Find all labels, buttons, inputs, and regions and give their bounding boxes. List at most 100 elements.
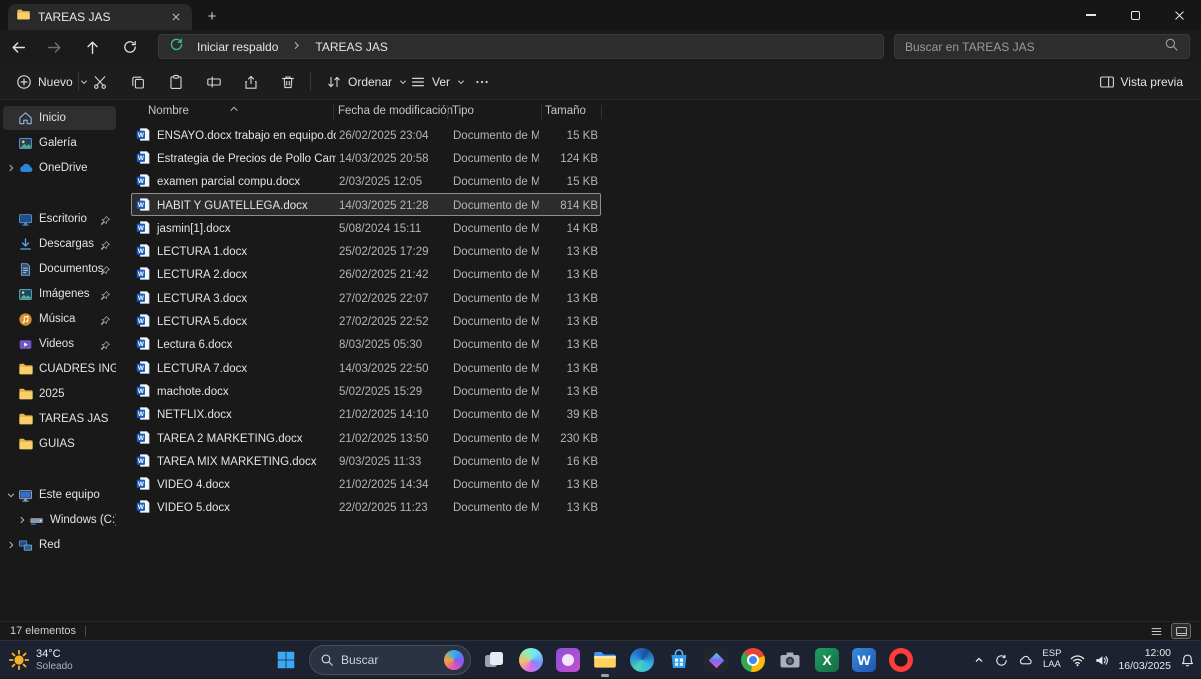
file-row[interactable]: W HABIT Y GUATELLEGA.docx 14/03/2025 21:28… [131, 192, 601, 217]
clock[interactable]: 12:00 16/03/2025 [1118, 647, 1171, 672]
pictures-icon [17, 287, 34, 302]
sidebar-item-guias[interactable]: GUIAS [3, 432, 116, 456]
sidebar-item-videos[interactable]: Videos [3, 332, 116, 356]
excel-taskbar-icon[interactable]: X [813, 646, 841, 674]
media-app-taskbar-icon[interactable] [702, 646, 730, 674]
sidebar-item-label: Este equipo [39, 489, 100, 501]
wifi-icon[interactable] [1070, 653, 1085, 668]
expander-chevron-icon[interactable] [4, 490, 17, 500]
file-row[interactable]: W Lectura 6.docx 8/03/2025 05:30 Documento … [131, 333, 601, 356]
refresh-button[interactable] [116, 33, 144, 61]
sync-tray-icon[interactable] [994, 653, 1009, 668]
sidebar-item-red[interactable]: Red [3, 533, 116, 557]
sidebar-item-tareas-jas[interactable]: TAREAS JAS [3, 407, 116, 431]
file-row[interactable]: W TAREA MIX MARKETING.docx 9/03/2025 11:33… [131, 449, 601, 472]
file-row[interactable]: W LECTURA 2.docx 26/02/2025 21:42 Documento… [131, 263, 601, 286]
word-taskbar-icon[interactable]: W [850, 646, 878, 674]
sidebar-item-label: Galería [39, 137, 77, 149]
preview-toggle-button[interactable]: Vista previa [1091, 66, 1191, 97]
store-taskbar-icon[interactable] [665, 646, 693, 674]
copy-button[interactable] [122, 66, 154, 97]
tab-close-icon[interactable] [168, 9, 184, 25]
sidebar-item-documentos[interactable]: Documentos [3, 257, 116, 281]
file-date: 21/02/2025 14:34 [339, 479, 429, 492]
edge-taskbar-icon[interactable] [628, 646, 656, 674]
up-button[interactable] [78, 33, 106, 61]
file-row[interactable]: W LECTURA 7.docx 14/03/2025 22:50 Documento… [131, 356, 601, 379]
file-row[interactable]: Wexamen parcial compu.docx 2/03/2025 12:0… [131, 170, 601, 193]
file-row[interactable]: W Estrategia de Precios de Pollo Campero.… [131, 146, 601, 169]
search-box[interactable]: Buscar en TAREAS JAS [894, 34, 1190, 59]
language-indicator[interactable]: ESP LAA [1042, 648, 1061, 671]
taskbar-search-box[interactable]: Buscar [309, 645, 471, 675]
sidebar-item-galer-a[interactable]: Galería [3, 131, 116, 155]
large-view-toggle[interactable] [1171, 623, 1191, 639]
share-button[interactable] [235, 66, 267, 97]
notification-bell-icon[interactable] [1180, 653, 1195, 668]
back-button[interactable] [4, 33, 32, 61]
file-size: 13 KB [566, 502, 598, 515]
breadcrumb-current[interactable]: TAREAS JAS [311, 38, 391, 56]
forward-button[interactable] [40, 33, 68, 61]
file-row[interactable]: W ENSAYO.docx trabajo en equipo.docx 26/02… [131, 123, 601, 146]
sidebar-item-windows-c[interactable]: Windows (C:) [14, 508, 116, 532]
expander-chevron-icon[interactable] [15, 515, 28, 525]
desktop-icon [17, 212, 34, 227]
expander-chevron-icon[interactable] [4, 163, 17, 173]
weather-widget[interactable]: 34°C Soleado [8, 641, 73, 679]
delete-button[interactable] [272, 66, 304, 97]
minimize-button[interactable] [1069, 0, 1113, 30]
sidebar-item-inicio[interactable]: Inicio [3, 106, 116, 130]
expander-chevron-icon[interactable] [4, 540, 17, 550]
file-row[interactable]: W VIDEO 4.docx 21/02/2025 14:34 Documento d… [131, 472, 601, 495]
details-view-icon [1151, 627, 1161, 635]
task-view-taskbar-icon[interactable] [480, 646, 508, 674]
chevron-right-icon [291, 38, 302, 56]
file-row[interactable]: W LECTURA 1.docx 25/02/2025 17:29 Documento… [131, 239, 601, 262]
sidebar-item-este-equipo[interactable]: Este equipo [3, 483, 116, 507]
column-header-date[interactable]: Fecha de modificación [338, 105, 453, 117]
explorer-tab[interactable]: TAREAS JAS [8, 4, 192, 30]
file-row[interactable]: W TAREA 2 MARKETING.docx 21/02/2025 13:50 D… [131, 426, 601, 449]
details-view-toggle[interactable] [1146, 623, 1166, 639]
onedrive-icon [17, 160, 34, 176]
file-row[interactable]: W LECTURA 3.docx 27/02/2025 22:07 Documento… [131, 286, 601, 309]
rename-button[interactable] [198, 66, 230, 97]
cut-button[interactable] [84, 66, 116, 97]
opera-taskbar-icon[interactable] [887, 646, 915, 674]
onedrive-tray-icon[interactable] [1018, 653, 1033, 668]
file-size: 124 KB [560, 152, 598, 165]
column-header-name[interactable]: Nombre [148, 105, 189, 117]
column-header-type[interactable]: Tipo [452, 105, 474, 117]
start-button[interactable] [272, 646, 300, 674]
sidebar-item-onedrive[interactable]: OneDrive [3, 156, 116, 180]
file-row[interactable]: W VIDEO 5.docx 22/02/2025 11:23 Documento d… [131, 496, 601, 519]
sidebar-item-im-genes[interactable]: Imágenes [3, 282, 116, 306]
close-button[interactable] [1157, 0, 1201, 30]
sidebar-item-descargas[interactable]: Descargas [3, 232, 116, 256]
new-tab-button[interactable]: + [200, 4, 224, 28]
hidden-icons-button[interactable] [973, 654, 985, 666]
pin-icon [100, 238, 111, 256]
sidebar-item-cuadres-ingreso[interactable]: CUADRES INGRESO [3, 357, 116, 381]
more-options-button[interactable] [466, 66, 498, 97]
address-bar[interactable]: Iniciar respaldo TAREAS JAS [158, 34, 884, 59]
sidebar-item-m-sica[interactable]: Música [3, 307, 116, 331]
sidebar-item-escritorio[interactable]: Escritorio [3, 207, 116, 231]
sidebar-item-2025[interactable]: 2025 [3, 382, 116, 406]
copilot-taskbar-icon[interactable] [517, 646, 545, 674]
paste-button[interactable] [160, 66, 192, 97]
file-row[interactable]: W LECTURA 5.docx 27/02/2025 22:52 Documento… [131, 309, 601, 332]
file-row[interactable]: W NETFLIX.docx 21/02/2025 14:10 Documento d… [131, 403, 601, 426]
file-row[interactable]: Wjasmin[1].docx 5/08/2024 15:11 Documento … [131, 216, 601, 239]
file-explorer-taskbar-icon[interactable] [591, 646, 619, 677]
view-button[interactable]: Ver [402, 66, 474, 97]
paint-taskbar-icon[interactable] [554, 646, 582, 674]
maximize-button[interactable] [1113, 0, 1157, 30]
chrome-taskbar-icon[interactable] [739, 646, 767, 674]
breadcrumb-root[interactable]: Iniciar respaldo [193, 38, 282, 56]
file-row[interactable]: Wmachote.docx 5/02/2025 15:29 Documento de… [131, 379, 601, 402]
camera-taskbar-icon[interactable] [776, 646, 804, 674]
column-header-size[interactable]: Tamaño [545, 105, 586, 117]
volume-icon[interactable] [1094, 653, 1109, 668]
